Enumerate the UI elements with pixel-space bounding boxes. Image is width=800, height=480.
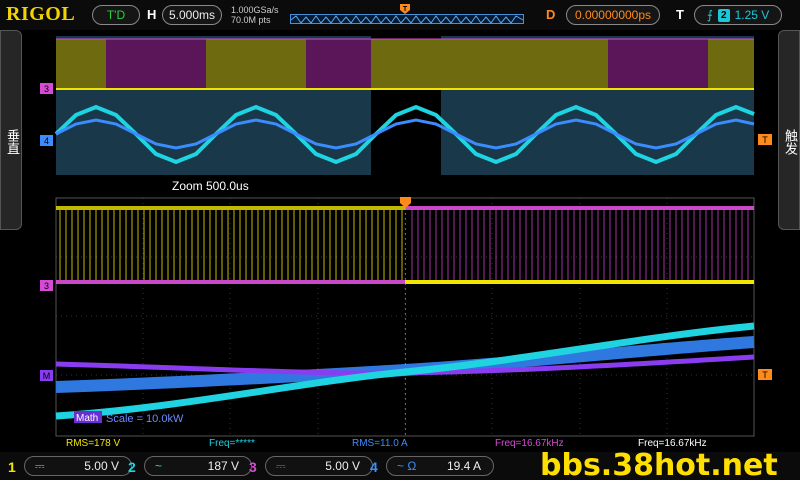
ch2-scale: 187 V [207, 459, 239, 473]
math-label: Math [76, 413, 98, 424]
ch4-number: 4 [370, 459, 378, 475]
ch1-scale-control[interactable]: ⎓ 5.00 V [24, 456, 132, 476]
ch3-marker-top[interactable]: 3 [40, 83, 53, 94]
measurement-1: RMS=178 V [66, 438, 121, 449]
ch1-scale: 5.00 V [84, 459, 119, 473]
watermark: bbs.38hot.net [540, 448, 778, 480]
delay-label: D [546, 7, 556, 22]
dc-coupling-icon: ⎓ [276, 459, 286, 473]
memory-depth: 70.0M pts [231, 15, 271, 25]
trigger-source-badge: 2 [718, 8, 730, 22]
memory-overview-wave [291, 15, 524, 24]
trigger-level-marker-top[interactable]: T [758, 134, 772, 145]
measurement-2: Freq=***** [209, 438, 255, 449]
top-status-bar: RIGOL T'D H 5.000ms 1.000GSa/s 70.0M pts… [0, 0, 800, 30]
trigger-position-icon[interactable]: T [399, 3, 411, 15]
svg-text:M: M [43, 371, 51, 381]
horizontal-label: H [147, 7, 157, 22]
dc-coupling-icon: ⎓ [35, 459, 45, 473]
svg-text:T: T [403, 6, 408, 13]
math-scale: Scale = 10.0kW [106, 413, 184, 425]
ch3-scale: 5.00 V [325, 459, 360, 473]
ch4-marker-top[interactable]: 4 [40, 135, 53, 146]
svg-text:3: 3 [44, 281, 49, 291]
svg-text:4: 4 [44, 136, 49, 146]
ch1-number: 1 [8, 459, 16, 475]
waveform-display[interactable]: Math Scale = 10.0kW 3 4 T 3 M T [0, 30, 800, 452]
sample-rate: 1.000GSa/s [231, 5, 279, 15]
ac-coupling-icon: ~ Ω [397, 459, 417, 473]
rising-edge-icon: ⨍ [706, 8, 713, 22]
svg-text:T: T [762, 135, 768, 145]
zoom-label: Zoom 500.0us [172, 179, 249, 193]
ch2-scale-control[interactable]: ~ 187 V [144, 456, 252, 476]
ch4-scale-control[interactable]: ~ Ω 19.4 A [386, 456, 494, 476]
acquisition-info: 1.000GSa/s 70.0M pts [231, 5, 279, 25]
trigger-control[interactable]: ⨍ 2 1.25 V [694, 5, 782, 25]
overview-burst-blocks [56, 38, 754, 90]
brand-logo: RIGOL [6, 3, 76, 25]
math-marker-bottom[interactable]: M [40, 370, 53, 381]
trigger-level: 1.25 V [734, 8, 770, 22]
ac-coupling-icon: ~ [155, 459, 163, 473]
svg-text:3: 3 [44, 84, 49, 94]
ch3-number: 3 [249, 459, 257, 475]
trigger-level-marker-bottom[interactable]: T [758, 369, 772, 380]
run-state-badge[interactable]: T'D [92, 5, 140, 25]
ch2-number: 2 [128, 459, 136, 475]
ch3-marker-bottom[interactable]: 3 [40, 280, 53, 291]
timebase-control[interactable]: 5.000ms [162, 5, 222, 25]
ch3-scale-control[interactable]: ⎓ 5.00 V [265, 456, 373, 476]
trigger-label: T [676, 7, 684, 22]
svg-text:T: T [762, 370, 768, 380]
measurement-3: RMS=11.0 A [352, 438, 408, 449]
horizontal-delay-control[interactable]: 0.00000000ps [566, 5, 660, 25]
memory-overview-band[interactable] [290, 14, 524, 24]
ch4-scale: 19.4 A [446, 459, 481, 473]
